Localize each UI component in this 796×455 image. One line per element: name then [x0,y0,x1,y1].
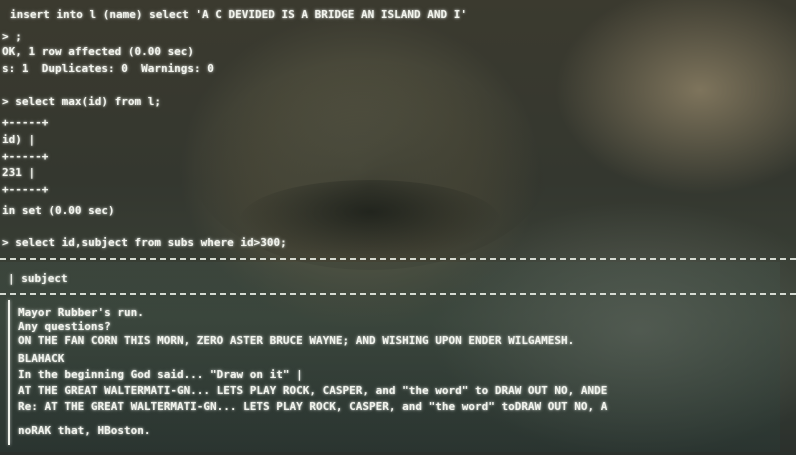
result-table-left-border [8,300,10,445]
result-row: AT THE GREAT WALTERMATI-GN... LETS PLAY … [18,384,608,397]
insert-command-line: insert into l (name) select 'A C DEVIDED… [10,8,467,21]
result-row: Any questions? [18,320,111,333]
result-table-header: | subject [8,272,68,285]
table-header-id: id) | [2,133,36,146]
table-value-id: 231 | [2,166,36,179]
result-table-top-border [0,258,796,260]
result-row: ON THE FAN CORN THIS MORN, ZERO ASTER BR… [18,334,575,347]
insert-continuation-line: > ; [2,30,22,43]
result-row: In the beginning God said... "Draw on it… [18,368,303,381]
table-separator: +-----+ [2,150,49,163]
result-row: noRAK that, HBoston. [18,424,151,437]
result-table-header-border [0,293,796,295]
terminal-photo: insert into l (name) select 'A C DEVIDED… [0,0,796,455]
rows-in-set-line: in set (0.00 sec) [2,204,115,217]
table-separator: +-----+ [2,116,49,129]
query-ok-line: OK, 1 row affected (0.00 sec) [2,45,195,58]
select-subject-command-line: > select id,subject from subs where id>3… [2,236,287,249]
result-row: Re: AT THE GREAT WALTERMATI-GN... LETS P… [18,400,608,413]
result-row: BLAHACK [18,352,65,365]
table-separator: +-----+ [2,183,49,196]
records-line: s: 1 Duplicates: 0 Warnings: 0 [2,62,214,75]
result-row: Mayor Rubber's run. [18,306,144,319]
select-max-command-line: > select max(id) from l; [2,95,161,108]
